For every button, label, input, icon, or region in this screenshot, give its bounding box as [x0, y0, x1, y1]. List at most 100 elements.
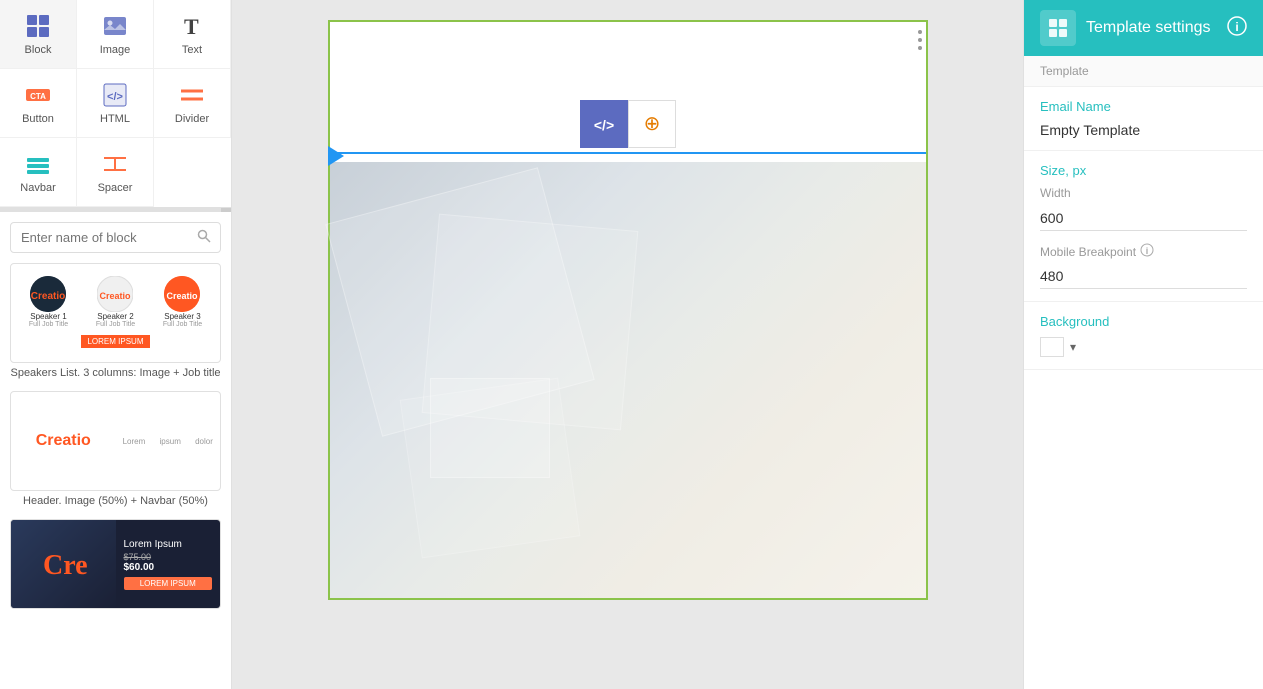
header-block-label: Header. Image (50%) + Navbar (50%) — [10, 495, 221, 507]
swatch-dropdown-icon[interactable]: ▾ — [1070, 340, 1076, 354]
mobile-breakpoint-label: Mobile Breakpoint — [1040, 245, 1136, 259]
right-sidebar: Template settings i Template Email Name … — [1023, 0, 1263, 689]
bg-overlay-box — [430, 378, 550, 478]
header-preview-inner: Creatio Lorem ipsum dolor — [11, 416, 220, 466]
image-label: Image — [100, 44, 131, 56]
divider-element[interactable]: Divider — [154, 69, 231, 138]
speaker-job-1: Full Job Title — [29, 321, 68, 328]
header-logo: Creatio — [11, 432, 116, 450]
speaker-preview-inner: Creatio Speaker 1 Full Job Title Creatio — [11, 268, 220, 359]
move-icon[interactable]: ⊕ — [628, 100, 676, 148]
canvas-image-area — [330, 162, 926, 598]
text-icon: T — [178, 12, 206, 40]
width-label: Width — [1040, 186, 1247, 200]
navbar-icon — [24, 150, 52, 178]
left-sidebar: Block Image T Text — [0, 0, 232, 689]
creatio-logo: Creatio — [36, 432, 91, 450]
dot-1 — [918, 30, 922, 34]
product-price-new: $60.00 — [124, 562, 213, 573]
right-sidebar-header: Template settings i — [1024, 0, 1263, 56]
svg-text:i: i — [1146, 246, 1149, 256]
template-settings-title: Template settings — [1086, 19, 1217, 37]
html-block-icon: </> — [580, 100, 628, 148]
template-label: Template — [1040, 64, 1089, 78]
email-name-value: Empty Template — [1040, 122, 1247, 138]
product-image: Creatio — [11, 519, 116, 609]
navbar-label: Navbar — [20, 182, 55, 194]
color-box[interactable] — [1040, 337, 1064, 357]
canvas-area: </> ⊕ — [232, 0, 1023, 689]
divider-icon — [178, 81, 206, 109]
email-name-title: Email Name — [1040, 99, 1247, 114]
spacer-element[interactable]: Spacer — [77, 138, 154, 207]
speaker-name-3: Speaker 3 — [163, 312, 202, 321]
text-label: Text — [182, 44, 202, 56]
svg-text:</>: </> — [107, 91, 123, 103]
search-input[interactable] — [21, 230, 197, 245]
block-element[interactable]: Block — [0, 0, 77, 69]
avatar-3: Creatio — [164, 276, 200, 312]
email-canvas[interactable]: </> ⊕ — [328, 20, 928, 600]
svg-text:T: T — [184, 14, 199, 39]
header-nav: Lorem ipsum dolor — [116, 437, 221, 446]
svg-text:⊕: ⊕ — [643, 113, 660, 135]
email-canvas-wrapper: </> ⊕ — [328, 20, 928, 600]
speaker-row: Creatio Speaker 1 Full Job Title Creatio — [15, 276, 216, 328]
html-element[interactable]: </> HTML — [77, 69, 154, 138]
spacer-icon — [101, 150, 129, 178]
speaker-name-2: Speaker 2 — [96, 312, 135, 321]
html-block-widget[interactable]: </> ⊕ — [580, 100, 676, 148]
html-icon: </> — [101, 81, 129, 109]
speakers-block-label: Speakers List. 3 columns: Image + Job ti… — [10, 367, 221, 379]
image-element[interactable]: Image — [77, 0, 154, 69]
mobile-breakpoint-input[interactable] — [1040, 264, 1247, 289]
email-name-section: Email Name Empty Template — [1024, 87, 1263, 151]
header-preview-box: Creatio Lorem ipsum dolor — [10, 391, 221, 491]
canvas-dots-handle[interactable] — [914, 22, 926, 58]
button-element[interactable]: CTA Button — [0, 69, 77, 138]
width-row: Width — [1040, 186, 1247, 231]
mobile-breakpoint-row: Mobile Breakpoint i — [1040, 243, 1247, 289]
product-preview-box: Creatio Lorem Ipsum $75.00 $60.00 LOREM … — [10, 519, 221, 609]
size-title: Size, px — [1040, 163, 1247, 178]
product-btn: LOREM IPSUM — [124, 577, 213, 590]
info-icon[interactable]: i — [1227, 16, 1247, 41]
nav-item-1: Lorem — [123, 437, 146, 446]
background-section: Background ▾ — [1024, 302, 1263, 370]
mobile-info-icon[interactable]: i — [1140, 243, 1154, 260]
product-preview-inner: Creatio Lorem Ipsum $75.00 $60.00 LOREM … — [11, 519, 220, 609]
search-box[interactable] — [10, 222, 221, 253]
image-icon — [101, 12, 129, 40]
product-block-item[interactable]: Creatio Lorem Ipsum $75.00 $60.00 LOREM … — [10, 519, 221, 609]
svg-text:CTA: CTA — [30, 92, 46, 101]
product-price-orig: $75.00 — [124, 552, 213, 562]
block-icon — [24, 12, 52, 40]
size-section: Size, px Width Mobile Breakpoint i — [1024, 151, 1263, 302]
product-title: Lorem Ipsum — [124, 539, 213, 550]
dot-3 — [918, 46, 922, 50]
canvas-arrow — [328, 146, 344, 166]
lorem-badge: LOREM IPSUM — [81, 335, 149, 348]
speakers-block-item[interactable]: Creatio Speaker 1 Full Job Title Creatio — [10, 263, 221, 379]
header-block-item[interactable]: Creatio Lorem ipsum dolor Header. Image … — [10, 391, 221, 507]
svg-text:Creatio: Creatio — [43, 550, 88, 581]
product-text: Lorem Ipsum $75.00 $60.00 LOREM IPSUM — [116, 519, 221, 609]
speakers-preview: Creatio Speaker 1 Full Job Title Creatio — [10, 263, 221, 363]
width-input[interactable] — [1040, 206, 1247, 231]
svg-text:Creatio: Creatio — [31, 291, 65, 302]
background-title: Background — [1040, 314, 1247, 329]
navbar-element[interactable]: Navbar — [0, 138, 77, 207]
svg-text:Creatio: Creatio — [100, 291, 132, 301]
selection-line — [330, 152, 926, 154]
button-icon: CTA — [24, 81, 52, 109]
template-section-label: Template — [1024, 56, 1263, 87]
speaker-job-3: Full Job Title — [163, 321, 202, 328]
template-settings-icon — [1040, 10, 1076, 46]
nav-item-3: dolor — [195, 437, 213, 446]
text-element[interactable]: T Text — [154, 0, 231, 69]
block-list: Creatio Speaker 1 Full Job Title Creatio — [0, 263, 231, 689]
svg-text:Creatio: Creatio — [167, 291, 199, 301]
background-color-swatch[interactable]: ▾ — [1040, 337, 1247, 357]
dot-2 — [918, 38, 922, 42]
nav-item-2: ipsum — [160, 437, 181, 446]
